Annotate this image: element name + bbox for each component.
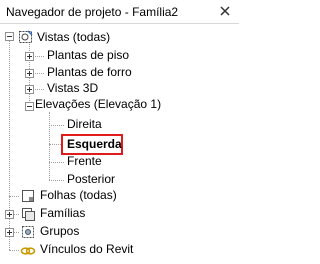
groups-icon <box>22 226 34 238</box>
close-icon[interactable] <box>217 3 233 19</box>
tree-hline <box>49 144 61 145</box>
tree-item-vinculos[interactable]: Vínculos do Revit <box>40 242 133 256</box>
tree-item-direita[interactable]: Direita <box>67 117 102 131</box>
expand-toggle-familias[interactable] <box>5 210 14 219</box>
tree-item-vistas-3d[interactable]: Vistas 3D <box>47 81 98 95</box>
tree-item-esquerda[interactable]: Esquerda <box>67 137 122 151</box>
expand-toggle-plantas-forro[interactable] <box>25 69 34 78</box>
tree-item-plantas-forro[interactable]: Plantas de forro <box>47 65 132 79</box>
tree-item-posterior[interactable]: Posterior <box>67 172 115 186</box>
tree-hline <box>49 162 64 163</box>
panel-titlebar: Navegador de projeto - Família2 <box>0 0 239 24</box>
tree-item-grupos[interactable]: Grupos <box>40 224 79 238</box>
collapse-toggle-elevacoes[interactable] <box>25 102 34 111</box>
families-icon <box>22 208 35 221</box>
views-icon <box>19 30 33 43</box>
selected-tree-item-highlight[interactable]: Esquerda <box>61 134 123 155</box>
tree-hline <box>9 250 19 251</box>
panel-title: Navegador de projeto - Família2 <box>6 5 179 19</box>
tree-hline <box>9 196 19 197</box>
tree-item-familias[interactable]: Famílias <box>40 206 85 220</box>
revit-links-icon <box>20 247 36 255</box>
tree-hline <box>49 125 64 126</box>
tree-hline <box>49 180 64 181</box>
tree-item-frente[interactable]: Frente <box>67 154 102 168</box>
project-browser-panel: Navegador de projeto - Família2 Vistas (… <box>0 0 239 264</box>
tree-item-folhas[interactable]: Folhas (todas) <box>40 188 117 202</box>
expand-toggle-grupos[interactable] <box>5 228 14 237</box>
expand-toggle-plantas-piso[interactable] <box>25 52 34 61</box>
tree-line-elevations <box>49 112 50 180</box>
sheets-icon <box>22 190 34 202</box>
tree-item-vistas[interactable]: Vistas (todas) <box>37 30 110 44</box>
tree-item-elevacoes[interactable]: Elevações (Elevação 1) <box>35 97 161 111</box>
tree-item-plantas-piso[interactable]: Plantas de piso <box>47 48 129 62</box>
collapse-toggle-vistas[interactable] <box>5 32 14 41</box>
expand-toggle-vistas-3d[interactable] <box>25 85 34 94</box>
